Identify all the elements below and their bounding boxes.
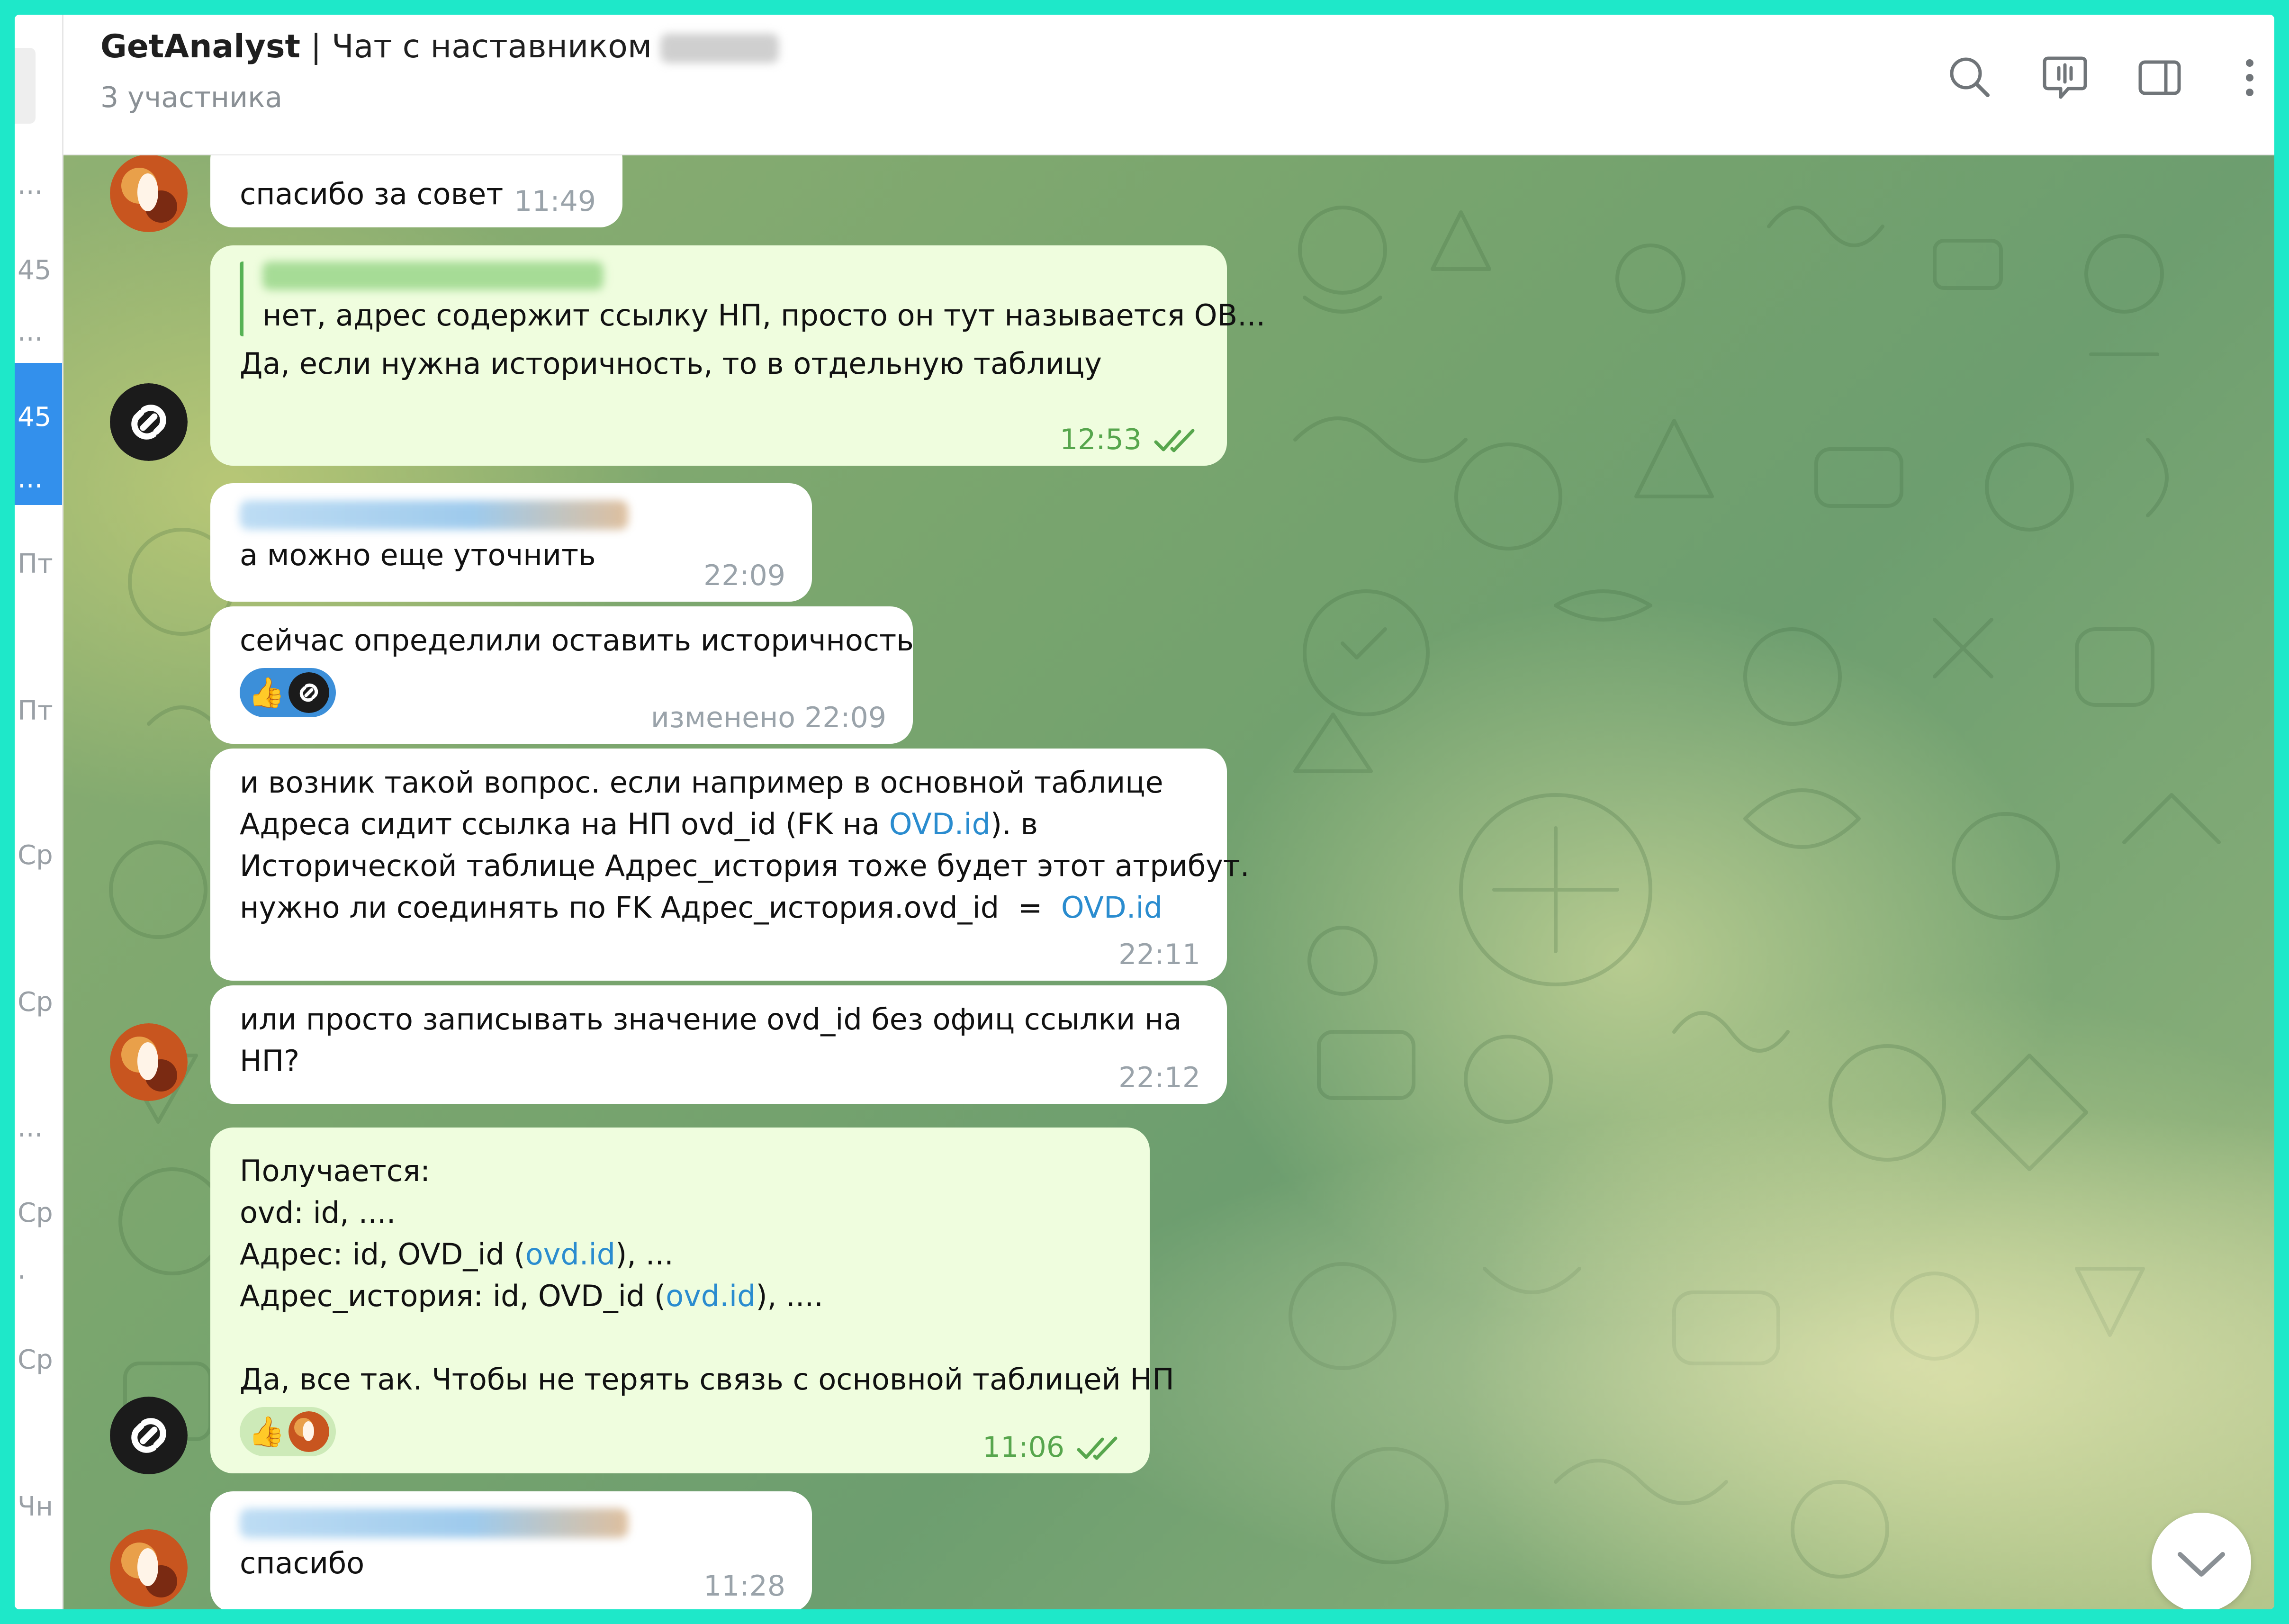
- more-vertical-icon[interactable]: [2224, 52, 2274, 104]
- wallpaper-highlight: [1011, 1103, 2274, 1609]
- chat-title-name: GetAnalyst: [100, 28, 300, 65]
- reply-author-blurred: [262, 262, 604, 290]
- message-link[interactable]: ovd.id: [525, 1237, 615, 1272]
- message-text-line: Адрес: id, OVD_id (: [240, 1237, 525, 1272]
- chat-list-fragment: 45: [18, 402, 52, 433]
- chat-list-fragment: Ср: [18, 1198, 53, 1228]
- read-checkmarks-icon: [1154, 429, 1195, 452]
- message-text-line: Получается:: [240, 1154, 431, 1188]
- message-time: 22:09: [703, 559, 785, 592]
- message-text-line: Да, все так. Чтобы не терять связь с осн…: [240, 1362, 1174, 1397]
- reaction-chip[interactable]: 👍: [240, 1407, 336, 1456]
- message-text-line: или просто записывать значение ovd_id бе…: [240, 1002, 1182, 1037]
- message-bubble[interactable]: а можно еще уточнить 22:09: [210, 483, 812, 602]
- chat-list-fragment: ...: [18, 1112, 43, 1143]
- telegram-window: ... 45 ... 45 ... Пт Пт Ср Ср ... Ср . С…: [15, 15, 2274, 1609]
- chat-list-fragment: ...: [18, 316, 43, 347]
- voice-chat-icon[interactable]: [2039, 52, 2091, 104]
- sidebar-toggle-icon[interactable]: [2134, 52, 2186, 104]
- chat-member-count[interactable]: 3 участника: [100, 81, 282, 114]
- message-time: 11:06: [982, 1431, 1123, 1464]
- message-time: 11:28: [703, 1570, 785, 1603]
- thumbs-up-emoji: 👍: [248, 675, 285, 710]
- message-text: Да, если нужна историчность, то в отдель…: [240, 346, 1102, 381]
- avatar-mentor[interactable]: [110, 1397, 188, 1474]
- chat-list-search-edge[interactable]: [15, 48, 36, 124]
- message-text: а можно еще уточнить: [240, 538, 596, 572]
- avatar-student[interactable]: [110, 155, 188, 232]
- message-text-line: ), ...: [615, 1237, 674, 1272]
- chat-list-strip[interactable]: ... 45 ... 45 ... Пт Пт Ср Ср ... Ср . С…: [15, 15, 63, 1609]
- message-time: изменено 22:09: [650, 701, 886, 734]
- message-bubble[interactable]: нет, адрес содержит ссылку НП, просто он…: [210, 245, 1266, 466]
- chat-header[interactable]: GetAnalyst | Чат с наставником 3 участни…: [63, 15, 2274, 155]
- chevron-down-icon: [2178, 1552, 2225, 1577]
- reply-quote[interactable]: нет, адрес содержит ссылку НП, просто он…: [240, 262, 1266, 336]
- message-text-line: Адрес_история: id, OVD_id (: [240, 1279, 666, 1313]
- message-text-line: ). в: [990, 807, 1038, 841]
- chat-list-fragment: Чн: [18, 1491, 54, 1522]
- reactor-avatar-student: [288, 1411, 330, 1452]
- chat-list-fragment: ...: [18, 463, 43, 494]
- message-text-line: и возник такой вопрос. если например в о…: [240, 765, 1163, 800]
- chat-list-fragment: ...: [18, 170, 43, 200]
- message-bubble[interactable]: спасибо за совет 11:49: [210, 155, 622, 227]
- message-text: спасибо: [240, 1546, 365, 1580]
- reactor-avatar-mentor: [288, 672, 330, 713]
- message-time: 12:53: [1060, 423, 1200, 456]
- sender-name-blurred[interactable]: [240, 500, 628, 530]
- message-time: 22:12: [1118, 1061, 1200, 1094]
- message-bubble[interactable]: и возник такой вопрос. если например в о…: [210, 749, 1250, 981]
- message-link[interactable]: OVD.id: [889, 807, 991, 841]
- message-list[interactable]: спасибо за совет 11:49 нет, адрес содерж…: [63, 155, 2274, 1609]
- message-link[interactable]: ovd.id: [666, 1279, 756, 1313]
- avatar-student[interactable]: [110, 1023, 188, 1101]
- thumbs-up-emoji: 👍: [248, 1414, 285, 1449]
- message-text-line: нужно ли соединять по FK Адрес_история.o…: [240, 890, 1061, 925]
- message-bubble[interactable]: сейчас определили оставить историчность …: [210, 606, 914, 744]
- chat-title[interactable]: GetAnalyst | Чат с наставником: [100, 28, 779, 65]
- chat-list-fragment: Пт: [18, 695, 53, 726]
- message-text-line: Адреса сидит ссылка на НП ovd_id (FK на: [240, 807, 889, 841]
- message-text-line: Исторической таблице Адрес_история тоже …: [240, 848, 1250, 883]
- chat-list-fragment: Пт: [18, 549, 53, 579]
- search-icon[interactable]: [1944, 52, 1996, 104]
- message-time: 11:49: [514, 185, 596, 218]
- scroll-to-bottom-button[interactable]: [2152, 1513, 2251, 1609]
- message-text: сейчас определили оставить историчность: [240, 623, 914, 658]
- read-checkmarks-icon: [1077, 1436, 1117, 1460]
- message-time-text: 11:06: [982, 1431, 1064, 1464]
- message-link[interactable]: OVD.id: [1061, 890, 1163, 925]
- chat-list-fragment: 45: [18, 255, 52, 286]
- avatar-student[interactable]: [110, 1529, 188, 1607]
- message-text-line: ovd: id, ....: [240, 1195, 396, 1230]
- avatar-mentor[interactable]: [110, 383, 188, 461]
- message-time: 22:11: [1118, 938, 1200, 971]
- reaction-chip[interactable]: 👍: [240, 668, 336, 717]
- reply-text: нет, адрес содержит ссылку НП, просто он…: [262, 298, 1266, 333]
- blurred-mentor-name: [660, 34, 779, 63]
- chat-list-fragment: Ср: [18, 987, 53, 1018]
- message-bubble[interactable]: Получается: ovd: id, .... Адрес: id, OVD…: [210, 1128, 1174, 1473]
- message-text-line: ), ....: [756, 1279, 823, 1313]
- sender-name-blurred[interactable]: [240, 1508, 628, 1538]
- message-bubble[interactable]: или просто записывать значение ovd_id бе…: [210, 985, 1227, 1104]
- message-time-text: 12:53: [1060, 423, 1142, 456]
- message-bubble[interactable]: спасибо 11:28: [210, 1491, 812, 1609]
- chat-list-fragment: .: [18, 1254, 26, 1285]
- chat-title-text: | Чат с наставником: [300, 28, 652, 65]
- message-text-line: НП?: [240, 1044, 300, 1078]
- chat-list-fragment: Ср: [18, 840, 53, 871]
- chat-list-fragment: Ср: [18, 1344, 53, 1375]
